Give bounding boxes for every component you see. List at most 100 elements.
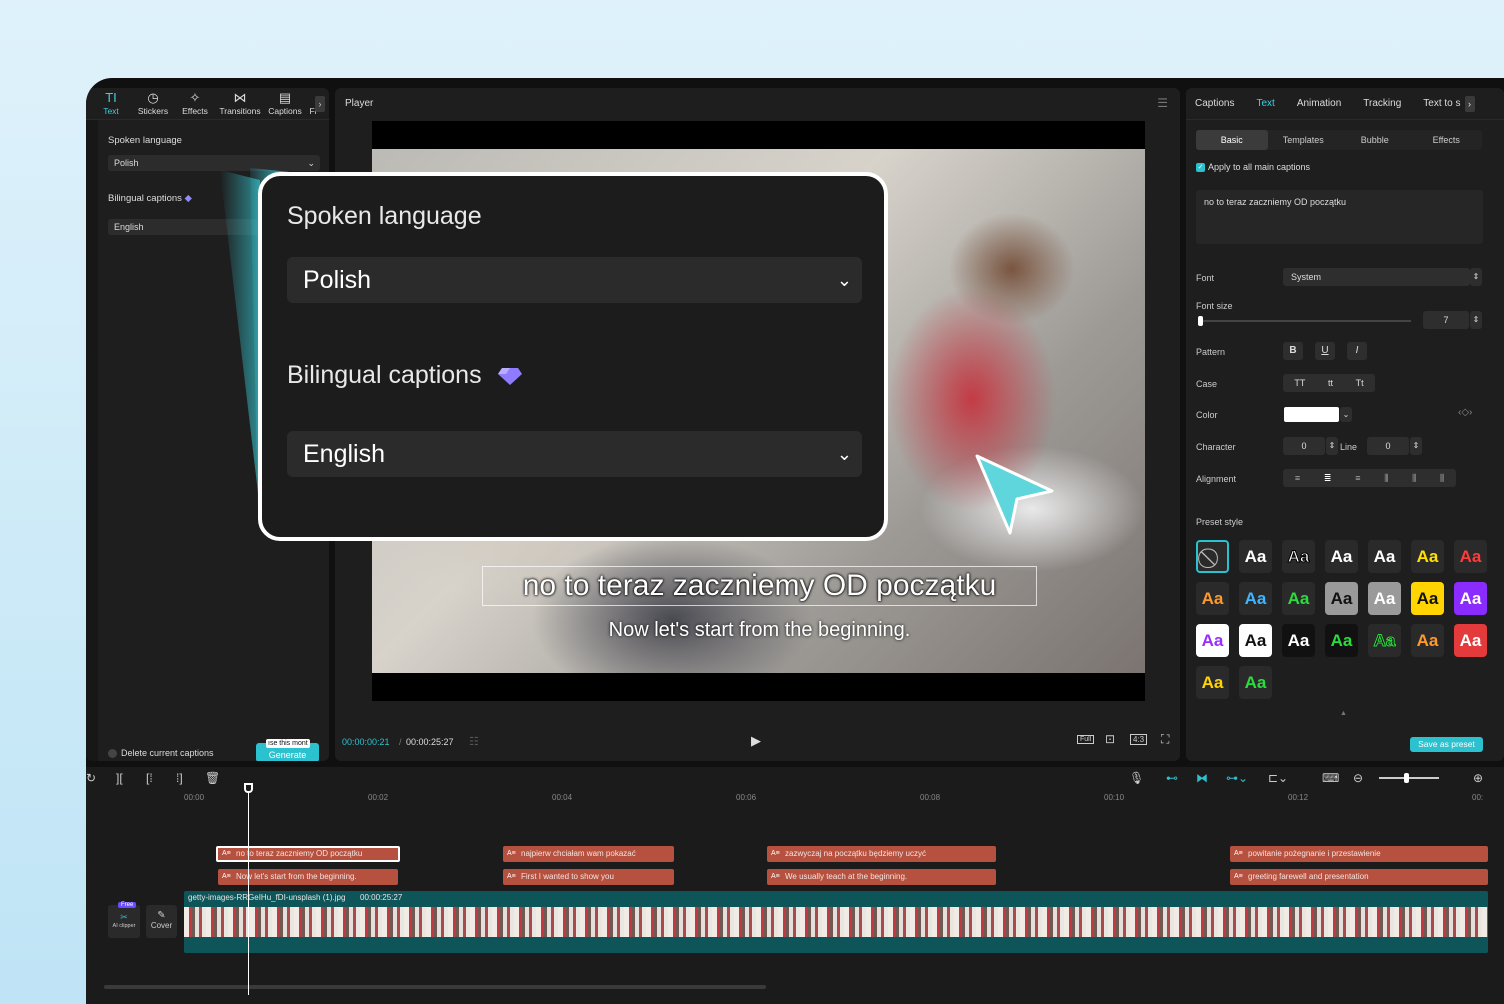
cover-button[interactable]: ✎ Cover — [146, 905, 177, 938]
preset-style-9[interactable]: Aa — [1282, 582, 1315, 615]
preset-style-13[interactable]: Aa — [1454, 582, 1487, 615]
zoom-fit-icon[interactable]: ⊡ — [1105, 732, 1115, 746]
vertical-middle-icon[interactable]: ⫼ — [1412, 469, 1416, 487]
snap-icon[interactable]: ⊶⌄ — [1226, 771, 1248, 785]
font-size-input[interactable]: 7 — [1423, 311, 1469, 329]
character-stepper-icon[interactable]: ⇕ — [1326, 437, 1338, 455]
toolbar-effects[interactable]: ✧ Effects — [174, 88, 216, 119]
zoom-out-icon[interactable]: ⊖ — [1353, 771, 1363, 785]
full-quality-button[interactable]: Full — [1077, 735, 1095, 744]
collapse-icon[interactable]: ▲ — [1340, 710, 1347, 717]
preset-style-15[interactable]: Aa — [1239, 624, 1272, 657]
preset-style-11[interactable]: Aa — [1368, 582, 1401, 615]
caption-clip[interactable]: powitanie pożegnanie i przestawienie — [1230, 846, 1488, 862]
video-track[interactable]: getty-images-RRGeIHu_fDI-unsplash (1).jp… — [184, 891, 1488, 953]
subtitle-clip[interactable]: greeting farewell and presentation — [1230, 869, 1488, 885]
preset-style-16[interactable]: Aa — [1282, 624, 1315, 657]
ai-clipper-button[interactable]: Free ✂ AI clipper — [108, 902, 140, 938]
delete-captions-checkbox[interactable]: Delete current captions — [108, 748, 214, 759]
toolbar-text[interactable]: TI Text — [90, 88, 132, 119]
subtitle-clip[interactable]: We usually teach at the beginning. — [767, 869, 996, 885]
timeline-scrollbar[interactable] — [104, 985, 766, 989]
preset-style-1[interactable]: Aa — [1239, 540, 1272, 573]
preset-style-10[interactable]: Aa — [1325, 582, 1358, 615]
apply-all-checkbox[interactable]: ✓ Apply to all main captions — [1196, 162, 1310, 173]
preset-style-18[interactable]: Aa — [1368, 624, 1401, 657]
tab-tracking[interactable]: Tracking — [1363, 98, 1401, 109]
preset-style-3[interactable]: Aa — [1325, 540, 1358, 573]
toolbar-stickers[interactable]: ◷ Stickers — [132, 88, 174, 119]
caption-clip[interactable]: najpierw chciałam wam pokazać — [503, 846, 674, 862]
color-swatch[interactable] — [1284, 407, 1339, 422]
caption-clip[interactable]: no to teraz zaczniemy OD początku — [216, 846, 400, 862]
align-center-icon[interactable]: ≣ — [1324, 469, 1332, 487]
chevron-right-icon[interactable]: › — [1464, 95, 1475, 112]
zoom-slider-handle[interactable] — [1404, 773, 1409, 783]
sub-caption-overlay[interactable]: Now let's start from the beginning. — [482, 619, 1037, 642]
preset-style-4[interactable]: Aa — [1368, 540, 1401, 573]
underline-button[interactable]: U — [1315, 342, 1335, 360]
preset-style-20[interactable]: Aa — [1454, 624, 1487, 657]
timeline-grid-icon[interactable]: ☷ — [469, 735, 479, 748]
time-ruler[interactable]: 00:00 00:02 00:04 00:06 00:08 00:10 00:1… — [184, 793, 1504, 805]
main-caption-overlay[interactable]: no to teraz zaczniemy OD początku — [482, 566, 1037, 606]
playhead-handle[interactable] — [244, 783, 253, 793]
italic-button[interactable]: I — [1347, 342, 1367, 360]
menu-icon[interactable]: ☰ — [1157, 96, 1168, 110]
playhead[interactable] — [244, 783, 253, 995]
font-stepper-icon[interactable]: ⇕ — [1470, 268, 1482, 286]
popup-spoken-language-select[interactable]: Polish ⌄ — [287, 257, 862, 303]
align-right-icon[interactable]: ≡ — [1355, 469, 1360, 487]
preset-style-5[interactable]: Aa — [1411, 540, 1444, 573]
preview-icon[interactable]: ⌨ — [1322, 771, 1339, 785]
line-stepper-icon[interactable]: ⇕ — [1410, 437, 1422, 455]
align-left-icon[interactable]: ≡ — [1295, 469, 1300, 487]
tab-captions[interactable]: Captions — [1195, 98, 1234, 109]
undo-icon[interactable]: ↻ — [86, 771, 96, 785]
magnet-icon[interactable]: ⊷ — [1166, 771, 1178, 785]
play-button[interactable]: ▶ — [751, 733, 761, 749]
toolbar-captions[interactable]: ▤ Captions — [264, 88, 306, 119]
preset-style-6[interactable]: Aa — [1454, 540, 1487, 573]
microphone-icon[interactable]: 🎙 — [1129, 771, 1144, 785]
preset-style-21[interactable]: Aa — [1196, 666, 1229, 699]
preset-none[interactable]: ⃠ — [1196, 540, 1229, 573]
preset-style-14[interactable]: Aa — [1196, 624, 1229, 657]
subtab-templates[interactable]: Templates — [1268, 130, 1340, 150]
preview-axis-icon[interactable]: ⊏⌄ — [1268, 771, 1288, 785]
preset-style-19[interactable]: Aa — [1411, 624, 1444, 657]
slider-handle[interactable] — [1198, 316, 1203, 326]
trim-right-icon[interactable]: ⁞] — [176, 771, 183, 785]
tab-animation[interactable]: Animation — [1297, 98, 1341, 109]
preset-style-2[interactable]: Aa — [1282, 540, 1315, 573]
toolbar-transitions[interactable]: ⋈ Transitions — [216, 88, 264, 119]
preset-style-17[interactable]: Aa — [1325, 624, 1358, 657]
popup-bilingual-language-select[interactable]: English ⌄ — [287, 431, 862, 477]
caption-text-area[interactable]: no to teraz zaczniemy OD początku — [1196, 190, 1483, 244]
preset-style-22[interactable]: Aa — [1239, 666, 1272, 699]
tab-text[interactable]: Text — [1256, 98, 1274, 109]
character-spacing-input[interactable]: 0 — [1283, 437, 1325, 455]
tab-text-to-speech[interactable]: Text to s — [1423, 98, 1460, 109]
preset-style-12[interactable]: Aa — [1411, 582, 1444, 615]
keyframe-icon[interactable]: ‹◇› — [1458, 407, 1472, 418]
zoom-slider[interactable] — [1379, 773, 1439, 783]
caption-clip[interactable]: zazwyczaj na początku będziemy uczyć — [767, 846, 996, 862]
line-spacing-input[interactable]: 0 — [1367, 437, 1409, 455]
chevron-down-icon[interactable]: ⌄ — [1340, 407, 1352, 422]
subtitle-clip[interactable]: Now let's start from the beginning. — [218, 869, 398, 885]
case-lower[interactable]: tt — [1328, 374, 1333, 392]
subtitle-clip[interactable]: First I wanted to show you — [503, 869, 674, 885]
subtab-bubble[interactable]: Bubble — [1339, 130, 1411, 150]
linkage-icon[interactable]: ⧓ — [1196, 771, 1208, 785]
zoom-in-icon[interactable]: ⊕ — [1473, 771, 1483, 785]
subtab-basic[interactable]: Basic — [1196, 130, 1268, 150]
bold-button[interactable]: B — [1283, 342, 1303, 360]
trim-left-icon[interactable]: [⁞ — [146, 771, 153, 785]
aspect-ratio-button[interactable]: 4:3 — [1130, 734, 1148, 745]
split-icon[interactable]: ][ — [116, 771, 123, 785]
case-title[interactable]: Tt — [1356, 374, 1364, 392]
chevron-right-icon[interactable]: › — [315, 96, 325, 112]
delete-icon[interactable]: 🗑 — [205, 771, 220, 785]
preset-style-7[interactable]: Aa — [1196, 582, 1229, 615]
